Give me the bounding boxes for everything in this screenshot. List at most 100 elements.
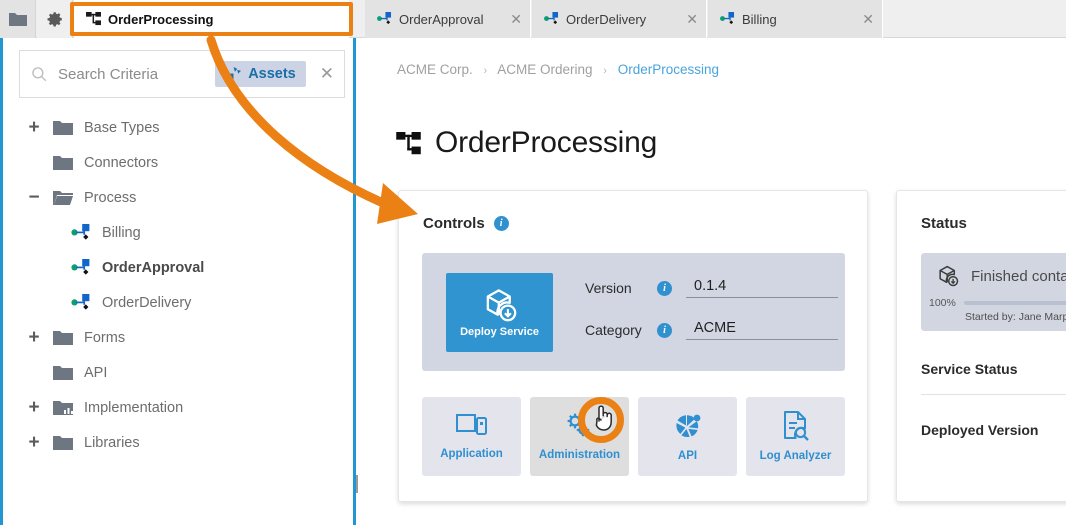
deploy-service-button[interactable]: Deploy Service [446, 273, 553, 352]
deploy-package-icon [486, 288, 516, 321]
tree-item-forms[interactable]: + Forms [3, 320, 353, 355]
status-progress: 100% [929, 297, 1066, 309]
assets-icon [225, 66, 242, 79]
progress-track [963, 301, 1066, 305]
tile-label: API [677, 450, 698, 462]
info-icon[interactable]: i [657, 280, 672, 296]
info-icon[interactable]: i [493, 216, 509, 231]
tile-application[interactable]: Application [422, 397, 521, 476]
tree-item-label: Billing [102, 224, 141, 241]
folder-icon [53, 155, 73, 170]
tab-billing[interactable]: Billing ✕ [708, 0, 883, 38]
tile-label: Application [440, 448, 503, 460]
tree-item-label: Libraries [84, 434, 140, 451]
tab-label: OrderProcessing [108, 11, 214, 27]
tree-item-label: OrderApproval [102, 259, 205, 276]
assets-filter-chip[interactable]: Assets [215, 61, 306, 87]
status-started-by: Started by: Jane Marple [965, 311, 1066, 323]
process-icon [544, 12, 559, 25]
deploy-service-label: Deploy Service [460, 325, 539, 338]
tab-orderprocessing[interactable]: OrderProcessing [74, 0, 349, 38]
tree-item-label: Implementation [84, 399, 184, 416]
version-field-label: Version [585, 280, 632, 296]
tree-item-libraries[interactable]: + Libraries [3, 425, 353, 460]
breadcrumb-item-1[interactable]: ACME Ordering [497, 62, 592, 77]
folder-icon [8, 12, 27, 26]
tree-item-process[interactable]: − Process [3, 180, 353, 215]
status-card: Status Finished container deployment 100… [896, 190, 1066, 502]
tab-label: OrderDelivery [566, 11, 647, 27]
folder-icon [53, 435, 73, 450]
app-window: OrderProcessing OrderApproval ✕ OrderDel… [0, 0, 1066, 525]
expander-icon[interactable]: + [25, 328, 43, 347]
toolbar-folder-button[interactable] [0, 0, 36, 38]
search-clear-icon[interactable]: ✕ [320, 64, 334, 84]
api-pie-icon [675, 414, 700, 438]
tab-label: OrderApproval [399, 11, 484, 27]
folder-icon [53, 365, 73, 380]
tree-item-label: API [84, 364, 108, 381]
version-input[interactable] [686, 278, 838, 298]
tab-orderdelivery[interactable]: OrderDelivery ✕ [532, 0, 707, 38]
controls-card-title: Controls i [423, 215, 509, 232]
tab-close-icon[interactable]: ✕ [672, 12, 698, 26]
expander-icon[interactable]: + [25, 433, 43, 452]
expander-icon[interactable]: + [25, 118, 43, 137]
process-icon [71, 258, 90, 275]
process-icon [86, 12, 101, 26]
tree-item-billing[interactable]: Billing [3, 215, 353, 250]
tab-orderapproval[interactable]: OrderApproval ✕ [365, 0, 531, 38]
tab-close-icon[interactable]: ✕ [848, 12, 874, 26]
search-input[interactable]: Search Criteria [58, 66, 215, 83]
tree-item-label: Base Types [84, 119, 160, 136]
page-title-text: OrderProcessing [435, 126, 658, 159]
tile-api[interactable]: API [638, 397, 737, 476]
status-entry-deployed-version: Deployed Version [921, 422, 1039, 438]
tab-label: Billing [742, 11, 777, 27]
progress-percent-label: 100% [929, 297, 956, 309]
process-icon [377, 12, 392, 25]
tree-item-label: OrderDelivery [102, 294, 192, 311]
collapse-icon[interactable]: − [25, 188, 43, 207]
folder-icon [53, 120, 73, 135]
controls-panel: Deploy Service Version i Category i [422, 253, 845, 371]
tree-item-label: Connectors [84, 154, 159, 171]
status-banner: Finished container deployment 100% Start… [921, 253, 1066, 331]
assets-sidebar: Search Criteria Assets ✕ + Base Types Co… [0, 38, 362, 525]
tree-item-base-types[interactable]: + Base Types [3, 110, 353, 145]
toolbar-settings-button[interactable] [37, 0, 73, 38]
tree-item-orderapproval[interactable]: OrderApproval [3, 250, 353, 285]
tile-log-analyzer[interactable]: Log Analyzer [746, 397, 845, 476]
expander-icon[interactable]: + [25, 398, 43, 417]
category-field-row: Category i [585, 320, 838, 340]
breadcrumb-item-0[interactable]: ACME Corp. [397, 62, 473, 77]
status-card-title: Status [921, 215, 967, 232]
tab-close-icon[interactable]: ✕ [496, 12, 522, 26]
category-input[interactable] [686, 320, 838, 340]
tree-item-orderdelivery[interactable]: OrderDelivery [3, 285, 353, 320]
splitter-grip [356, 475, 358, 493]
breadcrumb-item-2[interactable]: OrderProcessing [618, 62, 719, 77]
folder-impl-icon [53, 400, 73, 415]
controls-card: Controls i Deploy Service Version i 0.1.… [398, 190, 868, 502]
pointing-hand-cursor [595, 405, 612, 431]
deploy-package-icon [939, 265, 959, 287]
tile-label: Administration [538, 449, 621, 461]
tree-item-implementation[interactable]: + Implementation [3, 390, 353, 425]
assets-chip-label: Assets [248, 66, 296, 82]
folder-icon [53, 330, 73, 345]
tree-item-label: Forms [84, 329, 126, 346]
tree-item-connectors[interactable]: Connectors [3, 145, 353, 180]
info-icon[interactable]: i [657, 322, 672, 338]
search-bar[interactable]: Search Criteria Assets ✕ [19, 50, 345, 98]
breadcrumb-separator: › [603, 65, 607, 77]
version-field-row: Version i [585, 278, 838, 298]
status-title-text: Status [921, 215, 967, 232]
status-divider [921, 394, 1066, 395]
log-search-icon [783, 411, 809, 441]
main-content: ACME Corp. › ACME Ordering › OrderProces… [359, 38, 1066, 525]
tree-item-api[interactable]: API [3, 355, 353, 390]
page-title: OrderProcessing [396, 126, 657, 160]
process-icon [71, 293, 90, 310]
devices-icon [455, 414, 487, 435]
